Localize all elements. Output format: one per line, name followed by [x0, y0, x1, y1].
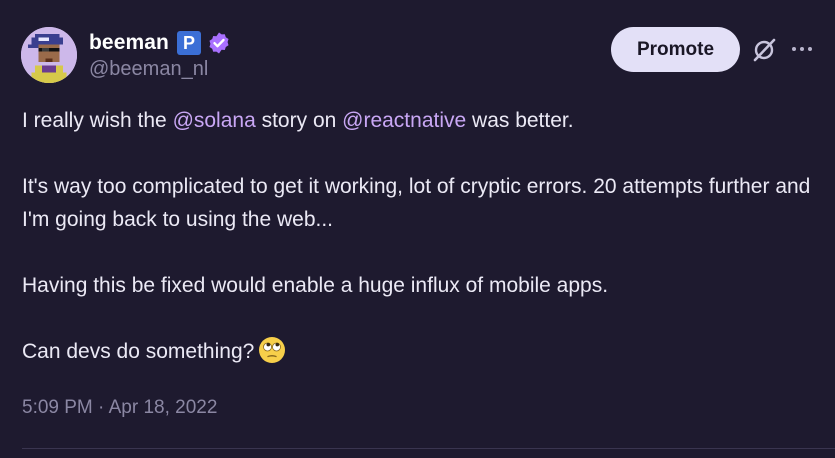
tweet-paragraph-2: It's way too complicated to get it worki…	[22, 175, 811, 231]
ellipsis-icon[interactable]	[790, 39, 814, 59]
verified-badge-icon[interactable]	[207, 31, 231, 55]
mention-solana-link[interactable]: @solana	[173, 109, 256, 132]
tweet-timestamp[interactable]: 5:09 PM · Apr 18, 2022	[22, 397, 217, 419]
avatar[interactable]	[21, 27, 77, 83]
tweet-text: I really wish the @solana story on @reac…	[22, 104, 812, 401]
mention-reactnative-link[interactable]: @reactnative	[342, 109, 466, 132]
tweet-card: beeman P @beeman_nl Promote I really wis…	[0, 0, 835, 458]
tweet-text-segment: story on	[255, 109, 343, 132]
tweet-text-segment: I really wish the	[22, 109, 173, 132]
tweet-paragraph-4: Can devs do something?	[22, 335, 812, 368]
tweet-paragraph-1: I really wish the @solana story on @reac…	[22, 104, 812, 137]
divider	[22, 448, 835, 449]
tweet-paragraph-3: Having this be fixed would enable a huge…	[22, 274, 609, 297]
tweet-text-segment: Can devs do something?	[22, 340, 255, 363]
author-handle[interactable]: @beeman_nl	[89, 58, 208, 81]
face-with-rolling-eyes-icon	[259, 337, 286, 363]
author-name-row: beeman P	[89, 31, 231, 55]
slashed-circle-icon[interactable]	[751, 37, 777, 63]
promote-button[interactable]: Promote	[611, 27, 740, 72]
tweet-text-segment: was better.	[466, 109, 574, 132]
author-display-name[interactable]: beeman	[89, 31, 169, 55]
affiliation-badge-icon[interactable]: P	[176, 31, 201, 55]
